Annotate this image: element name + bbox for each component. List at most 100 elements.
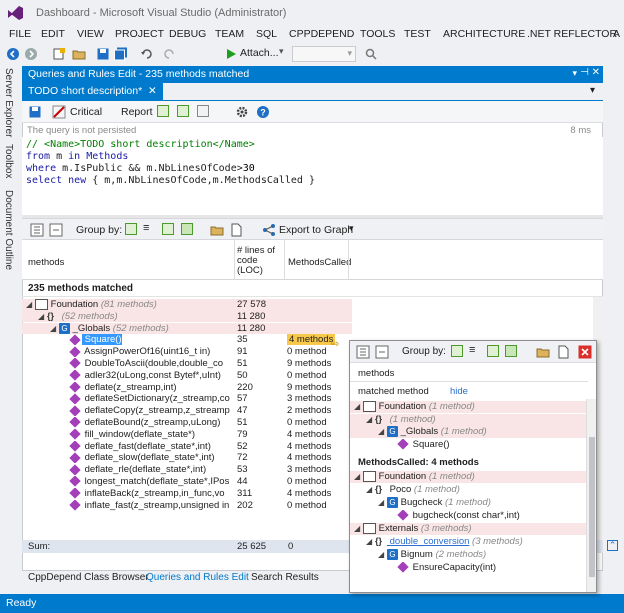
menu-debug[interactable]: DEBUG (169, 28, 206, 40)
attach-dropdown-icon[interactable]: ▾ (279, 46, 284, 57)
view-mode-2-icon[interactable] (177, 105, 189, 117)
close-panel-icon[interactable]: ✕ (592, 67, 600, 78)
find-icon[interactable] (364, 47, 378, 61)
table-row[interactable]: longest_match(deflate_state*,IPos 44 0 met… (22, 476, 352, 488)
popup-collapse-icon[interactable] (375, 345, 389, 359)
expander-icon[interactable]: ◢ (378, 498, 387, 507)
popup-group-type-icon[interactable] (487, 345, 499, 357)
methods-called-cell[interactable]: 4 methods (287, 334, 336, 346)
redo-icon[interactable] (162, 47, 176, 61)
popup-scroll-thumb[interactable] (589, 437, 595, 577)
popup-tree-row[interactable]: Square() (350, 438, 588, 451)
methods-called-cell[interactable]: 3 methods (287, 393, 331, 404)
popup-tree-row[interactable]: bugcheck(const char*,int) (350, 510, 588, 522)
tab-menu-icon[interactable]: ▾ (590, 85, 595, 96)
popup-hide-link[interactable]: hide (450, 386, 468, 397)
expander-icon[interactable]: ◢ (378, 427, 387, 436)
methods-called-cell[interactable]: 4 methods (287, 429, 331, 440)
methods-called-cell[interactable]: 4 methods (287, 441, 331, 452)
gear-icon[interactable] (235, 105, 249, 119)
group-by-type-icon[interactable] (162, 223, 174, 235)
methods-called-cell[interactable]: 9 methods (287, 358, 331, 369)
popup-tree-row[interactable]: EnsureCapacity(int) (350, 562, 588, 574)
expander-icon[interactable]: ◢ (354, 524, 363, 533)
group-by-namespace-icon[interactable]: ≡ (143, 222, 149, 234)
popup-tree-row[interactable]: ◢ Foundation (1 method) (350, 401, 588, 413)
methods-called-cell[interactable]: 9 methods (287, 382, 331, 393)
table-row[interactable]: ◢{} (52 methods) 11 280 (22, 310, 352, 323)
critical-icon[interactable] (52, 105, 66, 119)
popup-folder-icon[interactable] (536, 345, 550, 359)
expander-icon[interactable]: ◢ (366, 415, 375, 424)
table-row[interactable]: AssignPowerOf16(uint16_t in) 91 0 method (22, 346, 352, 358)
table-row[interactable]: deflate_rle(deflate_state*,int) 53 3 metho… (22, 464, 352, 476)
expander-icon[interactable]: ◢ (50, 324, 59, 333)
save-query-icon[interactable] (28, 105, 42, 119)
expander-icon[interactable]: ◢ (26, 300, 35, 309)
popup-col-methods[interactable]: methods (358, 368, 394, 379)
methods-called-cell[interactable]: 4 methods (287, 452, 331, 463)
methods-called-cell[interactable]: 0 method (287, 370, 327, 381)
expander-icon[interactable]: ◢ (366, 485, 375, 494)
group-by-method-icon[interactable] (181, 223, 193, 235)
table-row[interactable]: deflateBound(z_streamp,uLong) 51 0 method (22, 417, 352, 429)
export-to-graph-button[interactable]: Export to Graph (279, 224, 353, 236)
menu-file[interactable]: FILE (9, 28, 31, 40)
menu-project[interactable]: PROJECT (115, 28, 164, 40)
popup-expand-icon[interactable] (356, 345, 370, 359)
menu-sql[interactable]: SQL (256, 28, 277, 40)
methods-called-cell[interactable]: 0 method (287, 500, 327, 511)
view-mode-1-icon[interactable] (157, 105, 169, 117)
panel-dropdown-icon[interactable]: ▾ (572, 68, 577, 79)
menu-test[interactable]: TEST (404, 28, 431, 40)
help-icon[interactable]: ? (256, 105, 270, 119)
menu-view[interactable]: VIEW (77, 28, 104, 40)
col-methods[interactable]: methods (28, 257, 64, 268)
popup-tree-row[interactable]: ◢ G Bignum (2 methods) (350, 549, 588, 561)
expander-icon[interactable]: ◢ (354, 402, 363, 411)
col-loc[interactable]: # lines of code (LOC) (237, 246, 285, 276)
table-row[interactable]: DoubleToAscii(double,double_co 51 9 method… (22, 358, 352, 370)
popup-group-namespace-icon[interactable]: ≡ (469, 344, 475, 356)
popup-tree-row[interactable]: ◢ G _Globals (1 method) (350, 426, 588, 438)
methods-called-cell[interactable]: 4 methods (287, 488, 331, 499)
expand-all-icon[interactable] (30, 223, 44, 237)
methods-called-cell[interactable]: 2 methods (287, 405, 331, 416)
popup-tree-row[interactable]: ◢ G Bugcheck (1 method) (350, 497, 588, 509)
menu-net-reflector[interactable]: .NET REFLECTOR (527, 28, 617, 40)
tab-queries-rules-edit[interactable]: Queries and Rules Edit (146, 572, 249, 583)
methods-called-cell[interactable]: 0 method (287, 346, 327, 357)
document-outline-tab[interactable]: Document Outline (3, 190, 14, 270)
server-explorer-tab[interactable]: Server Explorer (3, 68, 14, 137)
tab-todo-short-description[interactable]: TODO short description* ✕ (22, 83, 163, 101)
undo-icon[interactable] (140, 47, 154, 61)
expander-icon[interactable]: ◢ (354, 472, 363, 481)
table-row[interactable]: deflate(z_streamp,int) 220 9 methods (22, 381, 352, 394)
query-editor[interactable]: // <Name>TODO short description</Name> f… (22, 137, 603, 215)
table-row[interactable]: deflateCopy(z_streamp,z_streamp 47 2 metho… (22, 405, 352, 417)
collapse-up-icon[interactable]: ⌃ (607, 540, 618, 551)
forward-icon[interactable] (24, 47, 38, 61)
methods-called-cell[interactable]: 3 methods (287, 464, 331, 475)
expand-arrow-icon[interactable]: ⇨ (331, 339, 339, 350)
table-row[interactable]: adler32(uLong,const Bytef*,uInt) 50 0 meth… (22, 369, 352, 382)
table-row[interactable]: ◢ G _Globals (52 methods) 11 280 (22, 322, 352, 335)
table-row[interactable]: fill_window(deflate_state*) 79 4 methods (22, 428, 352, 441)
save-icon[interactable] (96, 47, 110, 61)
table-row[interactable]: deflateSetDictionary(z_streamp,co 57 3 met… (22, 393, 352, 405)
new-project-icon[interactable] (52, 47, 66, 61)
toolbox-tab[interactable]: Toolbox (3, 144, 14, 178)
popup-close-icon[interactable] (578, 345, 592, 359)
menu-cppdepend[interactable]: CPPDEPEND (289, 28, 354, 40)
methods-called-cell[interactable]: 0 method (287, 417, 327, 428)
table-row[interactable]: Square() 35 4 methods (22, 334, 352, 346)
col-methods-called[interactable]: MethodsCalled (288, 257, 351, 268)
tab-class-browser[interactable]: CppDepend Class Browser (28, 572, 149, 583)
attach-button[interactable]: Attach... (240, 47, 279, 59)
popup-scrollbar[interactable] (586, 399, 596, 592)
expander-icon[interactable]: ◢ (38, 312, 47, 321)
export-dropdown-icon[interactable]: ▾ (349, 223, 354, 234)
solution-config-select[interactable]: ▾ (292, 46, 356, 62)
menu-tools[interactable]: TOOLS (360, 28, 395, 40)
methods-called-cell[interactable]: 0 method (287, 476, 327, 487)
